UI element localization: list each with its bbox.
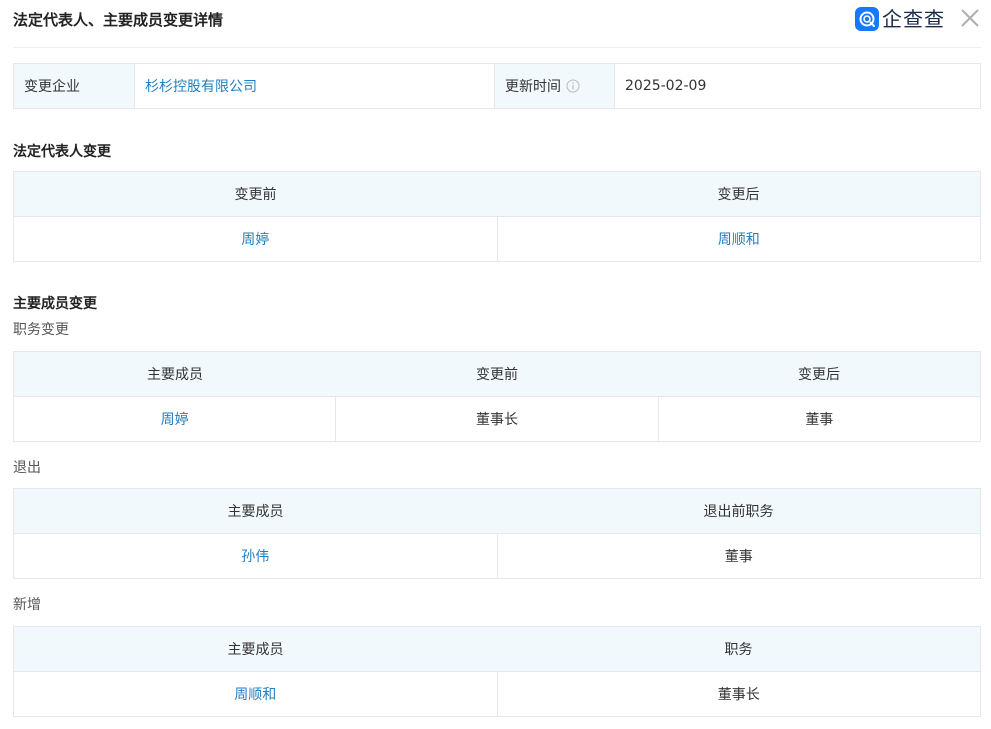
added-table: 主要成员 职务 周顺和 董事长: [13, 626, 981, 717]
table-row: 孙伟 董事: [14, 534, 980, 578]
table-cell: 周顺和: [14, 672, 497, 716]
table-cell: 孙伟: [14, 534, 497, 578]
update-time-label: 更新时间: [505, 79, 561, 95]
change-info-table: 变更企业 杉杉控股有限公司 更新时间 2025-02-09: [13, 63, 981, 109]
person-link[interactable]: 孙伟: [241, 546, 269, 566]
legal-rep-table: 变更前 变更后 周婷 周顺和: [13, 171, 981, 262]
position-change-table: 主要成员 变更前 变更后 周婷 董事长 董事: [13, 351, 981, 442]
column-header: 主要成员: [227, 642, 284, 658]
table-cell: 周婷: [14, 397, 335, 441]
person-link[interactable]: 周婷: [161, 409, 189, 429]
column-header: 主要成员: [147, 367, 203, 383]
column-header: 变更前: [234, 187, 277, 203]
qichacha-logo-icon: [855, 7, 879, 31]
company-cell: 杉杉控股有限公司: [134, 64, 494, 108]
column-header: 变更后: [798, 367, 840, 383]
dialog-title: 法定代表人、主要成员变更详情: [13, 11, 224, 29]
exit-table: 主要成员 退出前职务 孙伟 董事: [13, 488, 981, 579]
dialog-header: 法定代表人、主要成员变更详情 企查查: [0, 0, 991, 48]
update-time-label-cell: 更新时间: [494, 64, 614, 108]
table-header-row: 变更前 变更后: [14, 172, 980, 217]
added-title: 新增: [13, 597, 41, 613]
column-header: 退出前职务: [703, 504, 774, 520]
legal-rep-section-title: 法定代表人变更: [13, 144, 111, 160]
column-header: 职务: [724, 642, 753, 658]
company-link[interactable]: 杉杉控股有限公司: [145, 76, 257, 96]
qichacha-logo: 企查查: [855, 7, 945, 31]
table-row: 周婷 周顺和: [14, 217, 980, 261]
header-divider: [13, 47, 981, 48]
company-label: 变更企业: [14, 64, 134, 108]
table-cell: 董事: [496, 534, 981, 578]
table-header-row: 主要成员 职务: [14, 627, 980, 672]
column-header: 变更后: [717, 187, 760, 203]
table-cell: 董事: [657, 397, 980, 441]
table-cell: 董事长: [335, 397, 657, 441]
exit-title: 退出: [13, 460, 41, 476]
table-header-row: 主要成员 退出前职务: [14, 489, 980, 534]
column-header: 主要成员: [227, 504, 284, 520]
update-time-value: 2025-02-09: [614, 64, 980, 108]
members-section-title: 主要成员变更: [13, 296, 97, 312]
table-cell: 周顺和: [496, 217, 981, 261]
position-change-title: 职务变更: [13, 322, 69, 338]
person-link[interactable]: 周顺和: [234, 684, 276, 704]
table-row: 周婷 董事长 董事: [14, 397, 980, 441]
person-link[interactable]: 周婷: [241, 229, 269, 249]
table-header-row: 主要成员 变更前 变更后: [14, 352, 980, 397]
column-header: 变更前: [476, 367, 518, 383]
table-cell: 周婷: [14, 217, 497, 261]
person-link[interactable]: 周顺和: [718, 229, 760, 249]
table-cell: 董事长: [496, 672, 981, 716]
close-icon: [961, 9, 979, 27]
table-row: 周顺和 董事长: [14, 672, 980, 716]
logo-text: 企查查: [882, 7, 945, 31]
info-icon[interactable]: [566, 79, 580, 93]
close-button[interactable]: [959, 7, 981, 29]
